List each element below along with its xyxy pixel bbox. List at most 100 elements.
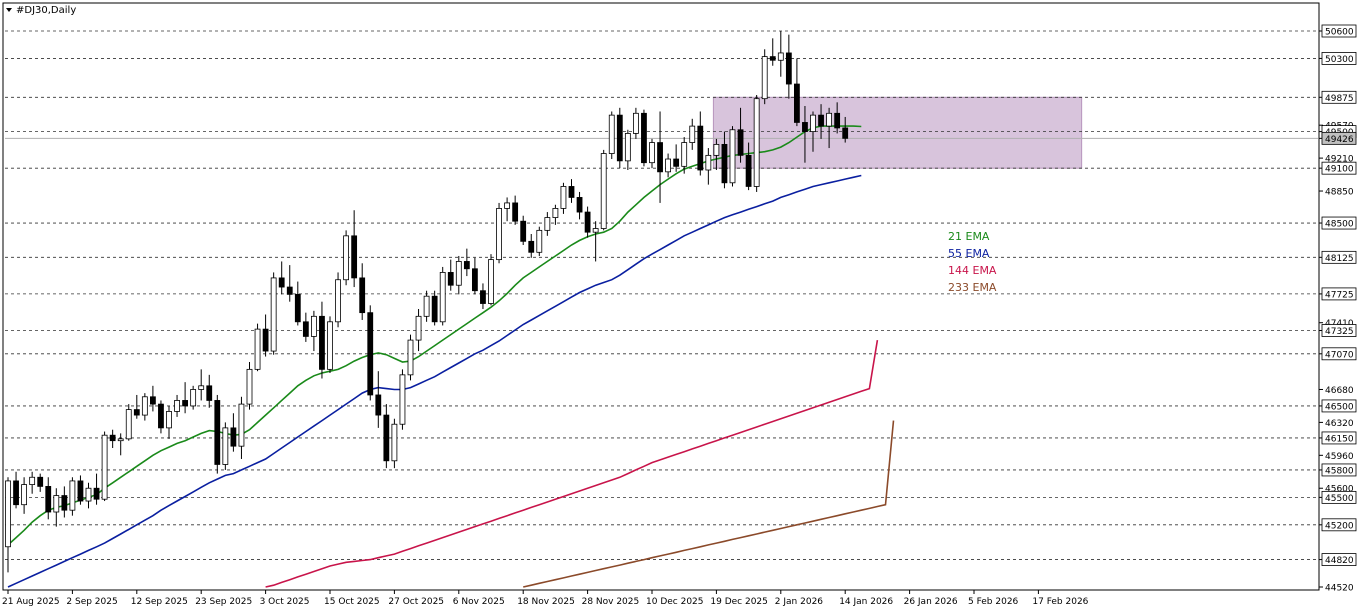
candle-body-bull: [190, 389, 197, 407]
price-axis: 5060050300498754957049500494264921049100…: [1318, 3, 1357, 594]
date-label: 17 Feb 2026: [1032, 597, 1088, 607]
price-label: 46500: [1325, 402, 1354, 412]
candle-body-bear: [785, 52, 792, 85]
candle[interactable]: [488, 254, 494, 306]
candle-body-bull: [777, 52, 784, 61]
candle[interactable]: [190, 385, 197, 410]
candle-body-bull: [399, 374, 406, 425]
candle-body-bear: [447, 272, 454, 286]
candle-body-bull: [254, 328, 261, 370]
candle-body-bull: [600, 153, 607, 229]
candle-body-bull: [608, 114, 615, 154]
price-label: 46150: [1325, 434, 1354, 444]
candle[interactable]: [399, 369, 406, 430]
candle-body-bear: [214, 400, 221, 465]
price-label: 46680: [1325, 386, 1354, 396]
legend-144-ema: 144 EMA: [948, 264, 997, 277]
candle-body-bull: [174, 400, 180, 412]
candle[interactable]: [343, 230, 350, 286]
candle[interactable]: [367, 305, 374, 401]
price-label: 46320: [1325, 419, 1354, 429]
candle-body-bull: [69, 480, 76, 511]
candle-body-bull: [222, 427, 229, 465]
candle[interactable]: [641, 109, 647, 167]
candle[interactable]: [327, 316, 333, 374]
candle[interactable]: [246, 362, 253, 410]
candle[interactable]: [431, 290, 438, 326]
candle-body-bull: [689, 125, 696, 143]
candle[interactable]: [335, 272, 341, 328]
candle-body-bull: [826, 112, 832, 127]
candle-body-bear: [77, 480, 84, 502]
candle[interactable]: [391, 418, 398, 469]
price-label: 50600: [1325, 28, 1354, 38]
candle-body-bear: [673, 158, 680, 167]
candle-body-bear: [278, 277, 285, 288]
candle[interactable]: [729, 126, 736, 187]
candle[interactable]: [270, 272, 277, 355]
chart-title: #DJ30,Daily: [6, 5, 76, 16]
price-label: 45960: [1325, 452, 1354, 462]
candle-body-bull: [544, 217, 551, 231]
candle-body-bear: [182, 400, 189, 407]
price-label: 49426: [1325, 135, 1354, 145]
candle-body-bear: [13, 480, 19, 506]
price-label: 45200: [1325, 521, 1354, 531]
candle-body-bear: [262, 328, 269, 352]
candle-body-bull: [488, 259, 494, 304]
candle-body-bull: [391, 423, 398, 462]
candle-body-bear: [794, 83, 800, 123]
candle[interactable]: [496, 202, 502, 264]
price-label: 48500: [1325, 220, 1354, 230]
candle[interactable]: [214, 394, 221, 474]
date-label: 12 Sep 2025: [131, 597, 188, 607]
candle-body-bear: [528, 240, 535, 253]
candle[interactable]: [600, 149, 607, 231]
date-label: 6 Nov 2025: [453, 597, 505, 607]
candle-body-bull: [423, 295, 430, 317]
candle[interactable]: [222, 422, 229, 470]
candle[interactable]: [69, 477, 76, 516]
price-label: 44520: [1325, 584, 1354, 594]
price-label: 49875: [1325, 94, 1354, 104]
legend-21-ema: 21 EMA: [948, 230, 990, 243]
time-axis: 21 Aug 2025 2 Sep 2025 12 Sep 2025 23 Sep 2…: [2, 589, 1319, 607]
candle-body-bull: [310, 315, 317, 337]
candle[interactable]: [616, 107, 623, 169]
candle[interactable]: [753, 95, 760, 192]
date-label: 19 Dec 2025: [710, 597, 768, 607]
candle-body-bull: [85, 487, 92, 502]
candle-body-bear: [45, 486, 52, 513]
candle[interactable]: [101, 431, 108, 502]
candle-body-bull: [705, 154, 712, 171]
candle[interactable]: [439, 266, 446, 326]
candle[interactable]: [608, 111, 615, 160]
candle-body-bear: [158, 403, 164, 429]
candle-body-bear: [584, 211, 591, 233]
candle[interactable]: [125, 404, 132, 441]
candle[interactable]: [254, 323, 261, 372]
candle-body-bear: [745, 154, 752, 187]
price-label: 45800: [1325, 466, 1354, 476]
candle-body-bear: [697, 125, 704, 171]
price-label: 47070: [1325, 350, 1354, 360]
consolidation-range-box[interactable]: [712, 96, 1083, 169]
candle-body-bull: [21, 484, 28, 506]
candle-body-bull: [713, 143, 720, 156]
price-chart[interactable]: 5060050300498754957049500494264921049100…: [0, 0, 1362, 611]
price-label: 48850: [1325, 188, 1354, 198]
candle-body-bull: [761, 56, 768, 100]
date-label: 3 Oct 2025: [260, 597, 310, 607]
candle-body-bull: [455, 261, 462, 286]
candle[interactable]: [407, 334, 414, 381]
candle-body-bear: [616, 114, 623, 162]
candle-body-bull: [238, 403, 245, 447]
candle[interactable]: [536, 226, 543, 256]
candle-body-bear: [463, 261, 470, 270]
date-label: 15 Oct 2025: [324, 597, 380, 607]
candle[interactable]: [761, 49, 768, 105]
price-label: 50300: [1325, 55, 1354, 65]
price-label: 48125: [1325, 254, 1354, 264]
candle-body-bear: [294, 293, 301, 323]
candle-body-bull: [504, 202, 511, 209]
